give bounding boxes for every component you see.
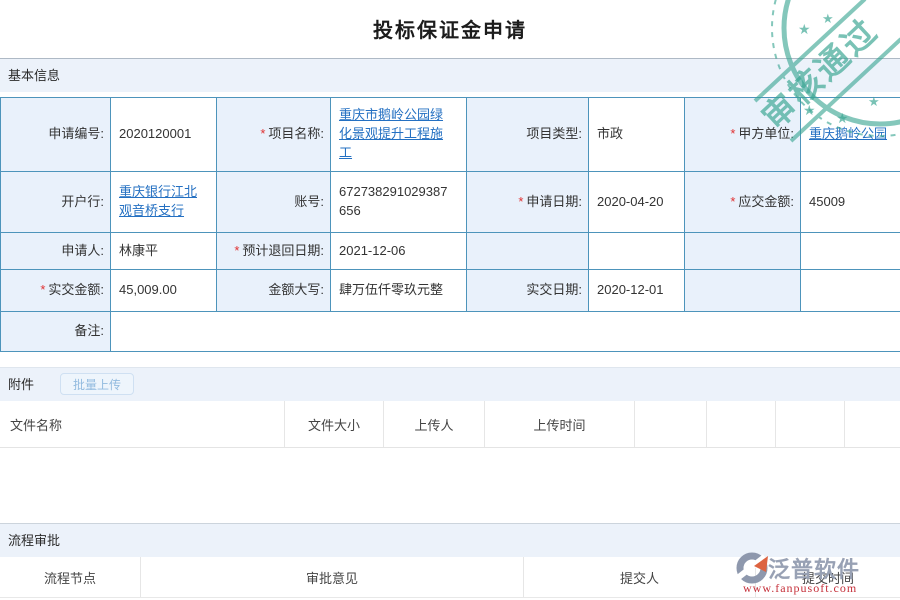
required-asterisk: *	[730, 126, 735, 141]
section-basic-info-label: 基本信息	[8, 68, 60, 83]
field-label-cell	[685, 233, 801, 270]
field-label-cell: *申请日期:	[467, 172, 589, 233]
field-value-cell: 45,009.00	[111, 270, 217, 312]
attachments-header-cell: 文件名称	[0, 401, 285, 447]
attachments-header-cell: 上传时间	[485, 401, 635, 447]
field-label-cell: *甲方单位:	[685, 98, 801, 172]
field-value-cell	[589, 233, 685, 270]
workflow-header-cell: 审批意见	[141, 557, 524, 597]
attachments-header-cell	[635, 401, 707, 447]
field-label-cell: *实交金额:	[1, 270, 111, 312]
field-value-cell	[801, 270, 900, 312]
page-title: 投标保证金申请	[0, 14, 900, 43]
required-asterisk: *	[260, 126, 265, 141]
field-value-link[interactable]: 重庆市鹅岭公园绿化景观提升工程施工	[339, 107, 443, 160]
batch-upload-button[interactable]: 批量上传	[60, 373, 134, 395]
field-value-cell: 重庆市鹅岭公园绿化景观提升工程施工	[331, 98, 467, 172]
required-asterisk: *	[40, 282, 45, 297]
required-asterisk: *	[234, 243, 239, 258]
field-value-link[interactable]: 重庆鹅岭公园	[809, 126, 887, 141]
field-value-cell: 2020120001	[111, 98, 217, 172]
page: 投标保证金申请 基本信息 申请编号:2020120001*项目名称:重庆市鹅岭公…	[0, 0, 900, 600]
field-label-cell: 开户行:	[1, 172, 111, 233]
basic-info-row: 备注:	[1, 312, 900, 352]
workflow-header-cell: 提交人	[524, 557, 756, 597]
field-value-cell: 重庆鹅岭公园	[801, 98, 900, 172]
field-value-cell: 林康平	[111, 233, 217, 270]
field-label-cell: 项目类型:	[467, 98, 589, 172]
field-value-cell: 2020-12-01	[589, 270, 685, 312]
basic-info-row: 开户行:重庆银行江北观音桥支行账号:672738291029387656*申请日…	[1, 172, 900, 233]
section-workflow-label: 流程审批	[8, 533, 60, 548]
field-label-cell: 申请人:	[1, 233, 111, 270]
field-label-cell: 实交日期:	[467, 270, 589, 312]
field-value-cell: 2021-12-06	[331, 233, 467, 270]
section-header-basic-info: 基本信息	[0, 58, 900, 92]
required-asterisk: *	[730, 194, 735, 209]
field-value-cell: 市政	[589, 98, 685, 172]
field-value-cell: 2020-04-20	[589, 172, 685, 233]
field-label-cell	[685, 270, 801, 312]
basic-info-row: 申请编号:2020120001*项目名称:重庆市鹅岭公园绿化景观提升工程施工项目…	[1, 98, 900, 172]
basic-info-table: 申请编号:2020120001*项目名称:重庆市鹅岭公园绿化景观提升工程施工项目…	[0, 97, 900, 352]
field-label-cell: 备注:	[1, 312, 111, 352]
field-value-cell: 重庆银行江北观音桥支行	[111, 172, 217, 233]
attachments-header-cell	[707, 401, 776, 447]
field-value-link[interactable]: 重庆银行江北观音桥支行	[119, 184, 197, 218]
workflow-table-header-row: 流程节点审批意见提交人提交时间	[0, 557, 900, 598]
required-asterisk: *	[518, 194, 523, 209]
field-value-cell: 肆万伍仟零玖元整	[331, 270, 467, 312]
attachments-header-cell: 上传人	[384, 401, 485, 447]
field-label-cell: 申请编号:	[1, 98, 111, 172]
attachments-header-cell: 文件大小	[285, 401, 384, 447]
field-value-cell	[111, 312, 900, 352]
field-label-cell: *项目名称:	[217, 98, 331, 172]
field-label-cell: 账号:	[217, 172, 331, 233]
attachments-table-header-row: 文件名称文件大小上传人上传时间	[0, 401, 900, 448]
field-value-cell: 45009	[801, 172, 900, 233]
field-label-cell	[467, 233, 589, 270]
field-value-cell	[801, 233, 900, 270]
field-label-cell: *预计退回日期:	[217, 233, 331, 270]
field-label-cell: 金额大写:	[217, 270, 331, 312]
section-attachments-label: 附件	[8, 377, 34, 392]
section-header-workflow: 流程审批	[0, 523, 900, 557]
basic-info-row: 申请人:林康平*预计退回日期:2021-12-06	[1, 233, 900, 270]
attachments-header-cell	[776, 401, 845, 447]
field-value-cell: 672738291029387656	[331, 172, 467, 233]
field-label-cell: *应交金额:	[685, 172, 801, 233]
section-header-attachments: 附件 批量上传	[0, 367, 900, 401]
workflow-header-cell: 流程节点	[0, 557, 141, 597]
workflow-header-cell: 提交时间	[756, 557, 900, 597]
attachments-header-cell	[845, 401, 900, 447]
basic-info-row: *实交金额:45,009.00金额大写:肆万伍仟零玖元整实交日期:2020-12…	[1, 270, 900, 312]
